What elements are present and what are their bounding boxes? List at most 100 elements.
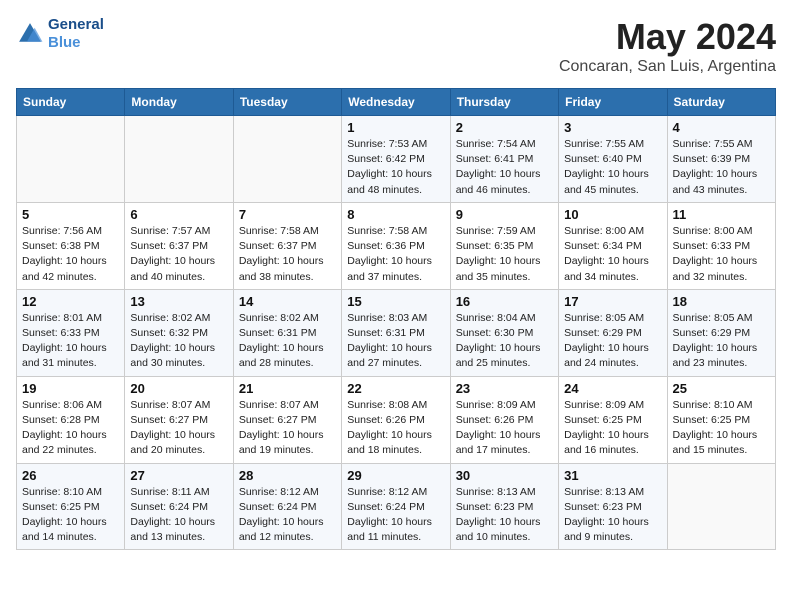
day-number: 4	[673, 120, 770, 135]
day-info: Sunrise: 8:11 AM Sunset: 6:24 PM Dayligh…	[130, 485, 227, 546]
calendar-cell: 20 Sunrise: 8:07 AM Sunset: 6:27 PM Dayli…	[125, 376, 233, 463]
day-number: 21	[239, 381, 336, 396]
day-number: 6	[130, 207, 227, 222]
header-day-friday: Friday	[559, 89, 667, 116]
logo: General Blue	[16, 16, 104, 52]
day-number: 1	[347, 120, 444, 135]
calendar-cell: 25 Sunrise: 8:10 AM Sunset: 6:25 PM Dayli…	[667, 376, 775, 463]
day-info: Sunrise: 8:06 AM Sunset: 6:28 PM Dayligh…	[22, 398, 119, 459]
page-subtitle: Concaran, San Luis, Argentina	[559, 58, 776, 76]
calendar-cell	[667, 463, 775, 550]
calendar-cell: 9 Sunrise: 7:59 AM Sunset: 6:35 PM Daylig…	[450, 202, 558, 289]
calendar-cell	[233, 116, 341, 203]
day-info: Sunrise: 7:59 AM Sunset: 6:35 PM Dayligh…	[456, 224, 553, 285]
day-info: Sunrise: 8:04 AM Sunset: 6:30 PM Dayligh…	[456, 311, 553, 372]
calendar-cell: 28Sunrise: 8:12 AM Sunset: 6:24 PM Dayli…	[233, 463, 341, 550]
day-info: Sunrise: 7:58 AM Sunset: 6:37 PM Dayligh…	[239, 224, 336, 285]
calendar-cell: 18Sunrise: 8:05 AM Sunset: 6:29 PM Dayli…	[667, 289, 775, 376]
header-day-sunday: Sunday	[17, 89, 125, 116]
day-info: Sunrise: 8:07 AM Sunset: 6:27 PM Dayligh…	[239, 398, 336, 459]
page-title: May 2024	[559, 16, 776, 58]
day-number: 16	[456, 294, 553, 309]
day-info: Sunrise: 8:10 AM Sunset: 6:25 PM Dayligh…	[22, 485, 119, 546]
day-info: Sunrise: 7:55 AM Sunset: 6:39 PM Dayligh…	[673, 137, 770, 198]
day-number: 11	[673, 207, 770, 222]
day-info: Sunrise: 8:12 AM Sunset: 6:24 PM Dayligh…	[347, 485, 444, 546]
day-number: 17	[564, 294, 661, 309]
header-day-monday: Monday	[125, 89, 233, 116]
title-area: May 2024 Concaran, San Luis, Argentina	[559, 16, 776, 76]
day-number: 12	[22, 294, 119, 309]
day-number: 27	[130, 468, 227, 483]
day-number: 2	[456, 120, 553, 135]
day-info: Sunrise: 8:13 AM Sunset: 6:23 PM Dayligh…	[564, 485, 661, 546]
day-number: 9	[456, 207, 553, 222]
day-number: 19	[22, 381, 119, 396]
calendar-week-row: 19 Sunrise: 8:06 AM Sunset: 6:28 PM Dayli…	[17, 376, 776, 463]
calendar-cell: 12 Sunrise: 8:01 AM Sunset: 6:33 PM Dayli…	[17, 289, 125, 376]
calendar-cell: 11 Sunrise: 8:00 AM Sunset: 6:33 PM Dayli…	[667, 202, 775, 289]
calendar-cell: 27 Sunrise: 8:11 AM Sunset: 6:24 PM Dayli…	[125, 463, 233, 550]
calendar-cell: 21 Sunrise: 8:07 AM Sunset: 6:27 PM Dayli…	[233, 376, 341, 463]
calendar-cell: 8 Sunrise: 7:58 AM Sunset: 6:36 PM Daylig…	[342, 202, 450, 289]
day-number: 28	[239, 468, 336, 483]
calendar-week-row: 1 Sunrise: 7:53 AM Sunset: 6:42 PM Daylig…	[17, 116, 776, 203]
calendar-cell: 15Sunrise: 8:03 AM Sunset: 6:31 PM Dayli…	[342, 289, 450, 376]
day-info: Sunrise: 8:10 AM Sunset: 6:25 PM Dayligh…	[673, 398, 770, 459]
day-number: 30	[456, 468, 553, 483]
day-info: Sunrise: 8:05 AM Sunset: 6:29 PM Dayligh…	[673, 311, 770, 372]
calendar-cell: 29 Sunrise: 8:12 AM Sunset: 6:24 PM Dayli…	[342, 463, 450, 550]
day-number: 29	[347, 468, 444, 483]
day-number: 23	[456, 381, 553, 396]
day-number: 3	[564, 120, 661, 135]
day-number: 14	[239, 294, 336, 309]
calendar-cell: 16 Sunrise: 8:04 AM Sunset: 6:30 PM Dayli…	[450, 289, 558, 376]
calendar-cell: 5 Sunrise: 7:56 AM Sunset: 6:38 PM Daylig…	[17, 202, 125, 289]
day-info: Sunrise: 8:05 AM Sunset: 6:29 PM Dayligh…	[564, 311, 661, 372]
calendar-cell: 6 Sunrise: 7:57 AM Sunset: 6:37 PM Daylig…	[125, 202, 233, 289]
day-number: 10	[564, 207, 661, 222]
day-info: Sunrise: 7:56 AM Sunset: 6:38 PM Dayligh…	[22, 224, 119, 285]
day-number: 20	[130, 381, 227, 396]
calendar-header-row: SundayMondayTuesdayWednesdayThursdayFrid…	[17, 89, 776, 116]
calendar-cell: 3 Sunrise: 7:55 AM Sunset: 6:40 PM Daylig…	[559, 116, 667, 203]
calendar-cell: 30 Sunrise: 8:13 AM Sunset: 6:23 PM Dayli…	[450, 463, 558, 550]
calendar-cell: 17 Sunrise: 8:05 AM Sunset: 6:29 PM Dayli…	[559, 289, 667, 376]
day-info: Sunrise: 8:01 AM Sunset: 6:33 PM Dayligh…	[22, 311, 119, 372]
day-number: 8	[347, 207, 444, 222]
day-number: 22	[347, 381, 444, 396]
calendar-cell: 7 Sunrise: 7:58 AM Sunset: 6:37 PM Daylig…	[233, 202, 341, 289]
day-info: Sunrise: 8:13 AM Sunset: 6:23 PM Dayligh…	[456, 485, 553, 546]
day-info: Sunrise: 8:02 AM Sunset: 6:32 PM Dayligh…	[130, 311, 227, 372]
day-number: 25	[673, 381, 770, 396]
header-day-saturday: Saturday	[667, 89, 775, 116]
day-info: Sunrise: 7:53 AM Sunset: 6:42 PM Dayligh…	[347, 137, 444, 198]
header-day-tuesday: Tuesday	[233, 89, 341, 116]
calendar-cell	[17, 116, 125, 203]
calendar-cell: 19 Sunrise: 8:06 AM Sunset: 6:28 PM Dayli…	[17, 376, 125, 463]
calendar-cell: 2Sunrise: 7:54 AM Sunset: 6:41 PM Daylig…	[450, 116, 558, 203]
day-info: Sunrise: 8:02 AM Sunset: 6:31 PM Dayligh…	[239, 311, 336, 372]
day-number: 13	[130, 294, 227, 309]
calendar-cell: 22Sunrise: 8:08 AM Sunset: 6:26 PM Dayli…	[342, 376, 450, 463]
day-info: Sunrise: 8:00 AM Sunset: 6:33 PM Dayligh…	[673, 224, 770, 285]
calendar-cell: 13 Sunrise: 8:02 AM Sunset: 6:32 PM Dayli…	[125, 289, 233, 376]
day-number: 15	[347, 294, 444, 309]
header-day-thursday: Thursday	[450, 89, 558, 116]
day-number: 31	[564, 468, 661, 483]
calendar-cell: 26Sunrise: 8:10 AM Sunset: 6:25 PM Dayli…	[17, 463, 125, 550]
day-info: Sunrise: 7:57 AM Sunset: 6:37 PM Dayligh…	[130, 224, 227, 285]
day-number: 24	[564, 381, 661, 396]
day-number: 5	[22, 207, 119, 222]
logo-icon	[16, 20, 44, 48]
calendar-table: SundayMondayTuesdayWednesdayThursdayFrid…	[16, 88, 776, 550]
day-info: Sunrise: 8:00 AM Sunset: 6:34 PM Dayligh…	[564, 224, 661, 285]
day-info: Sunrise: 7:58 AM Sunset: 6:36 PM Dayligh…	[347, 224, 444, 285]
day-info: Sunrise: 8:09 AM Sunset: 6:26 PM Dayligh…	[456, 398, 553, 459]
calendar-cell: 24Sunrise: 8:09 AM Sunset: 6:25 PM Dayli…	[559, 376, 667, 463]
calendar-cell: 31 Sunrise: 8:13 AM Sunset: 6:23 PM Dayli…	[559, 463, 667, 550]
day-info: Sunrise: 8:07 AM Sunset: 6:27 PM Dayligh…	[130, 398, 227, 459]
day-number: 7	[239, 207, 336, 222]
calendar-cell: 1 Sunrise: 7:53 AM Sunset: 6:42 PM Daylig…	[342, 116, 450, 203]
day-info: Sunrise: 7:55 AM Sunset: 6:40 PM Dayligh…	[564, 137, 661, 198]
